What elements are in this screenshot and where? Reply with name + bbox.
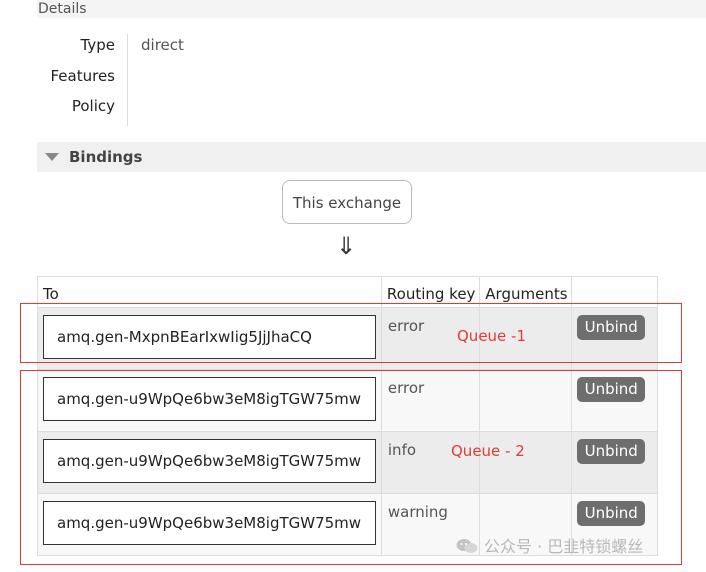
details-section-header[interactable]: Details <box>37 0 706 18</box>
properties-divider <box>127 34 128 126</box>
features-label: Features <box>50 67 116 85</box>
type-label: Type <box>80 36 115 54</box>
type-value: direct <box>141 36 184 54</box>
bindings-section-header[interactable]: Bindings <box>37 142 706 172</box>
bindings-title: Bindings <box>69 148 143 166</box>
down-double-arrow-icon: ⇓ <box>336 232 357 260</box>
this-exchange-node: This exchange <box>282 180 412 224</box>
queue1-annotation: Queue -1 <box>457 327 527 345</box>
wechat-icon <box>456 539 478 553</box>
details-title: Details <box>38 1 87 17</box>
queue1-highlight-box <box>20 303 682 363</box>
policy-label: Policy <box>71 97 115 115</box>
queue2-annotation: Queue - 2 <box>451 442 525 460</box>
collapse-triangle-icon[interactable] <box>45 153 59 161</box>
watermark: 公众号 · 巴韭特锁螺丝 <box>456 533 643 557</box>
watermark-text: 公众号 · 巴韭特锁螺丝 <box>484 537 644 556</box>
